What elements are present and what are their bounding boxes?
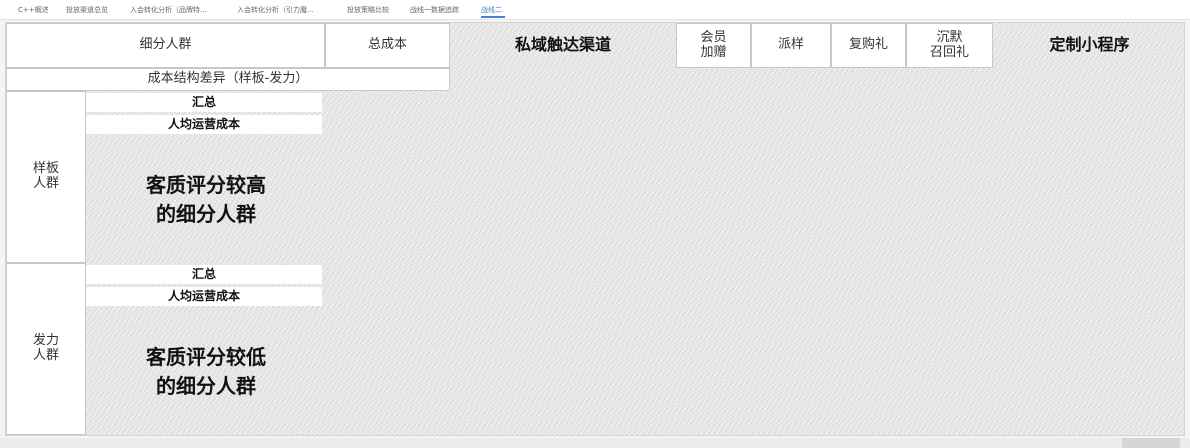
header-total-cost: 总成本 [325, 23, 450, 68]
header-mini-program: 定制小程序 [1049, 35, 1130, 55]
report-canvas: 细分人群 总成本 私域触达渠道 会员 加赠 派样 复购礼 沉默 召回礼 定制小程… [5, 22, 1185, 436]
group-label-push: 发力 人群 [6, 263, 86, 435]
report-tab-bar: C++概述 投放渠道总览 入会转化分析（品牌特... 入会转化分析（引力魔...… [0, 0, 1190, 20]
header-repurchase-gift: 复购礼 [831, 23, 906, 68]
group-push-description: 客质评分较低 的细分人群 [146, 344, 266, 398]
active-tab-indicator [481, 16, 505, 18]
tab-membership-brand[interactable]: 入会转化分析（品牌特... [130, 5, 207, 15]
tab-membership-gravity[interactable]: 入会转化分析（引力魔... [237, 5, 314, 15]
group-sample-per-capita-cost: 人均运营成本 [86, 115, 322, 134]
footer-strip [0, 438, 1190, 448]
footer-scroll-indicator[interactable] [1122, 438, 1180, 448]
tab-strategy-compare[interactable]: 投放策略比较 [347, 5, 389, 15]
cost-structure-diff: 成本结构差异（样板-发力） [6, 68, 450, 91]
tab-channel-overview[interactable]: 投放渠道总览 [66, 5, 108, 15]
tab-front-one-tracking[interactable]: 战线一数据追踪 [410, 5, 459, 15]
header-sample: 派样 [751, 23, 831, 68]
group-push-per-capita-cost: 人均运营成本 [86, 287, 322, 306]
header-segment: 细分人群 [6, 23, 325, 68]
group-push-summary: 汇总 [86, 265, 322, 284]
header-silent-recall: 沉默 召回礼 [906, 23, 993, 68]
tab-front-two[interactable]: 战线二 [481, 5, 502, 15]
group-label-sample: 样板 人群 [6, 91, 86, 263]
tab-cpp-overview[interactable]: C++概述 [18, 5, 49, 15]
header-member-gift: 会员 加赠 [676, 23, 751, 68]
header-private-channel: 私域触达渠道 [514, 35, 611, 55]
group-sample-description: 客质评分较高 的细分人群 [146, 172, 266, 226]
group-sample-summary: 汇总 [86, 93, 322, 112]
